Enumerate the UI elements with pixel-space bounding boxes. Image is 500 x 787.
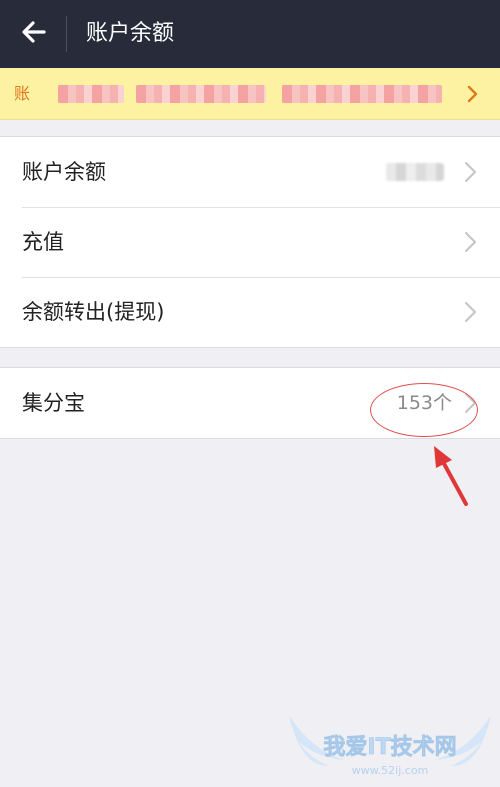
watermark-text: 我爱IT技术网 (323, 735, 456, 760)
redacted-mosaic (58, 85, 124, 103)
watermark-url: www.52ij.com (352, 764, 429, 777)
back-button[interactable] (0, 0, 68, 68)
watermark-logo: 我爱IT技术网 www.52ij.com (289, 716, 491, 777)
chevron-right-icon (462, 84, 482, 104)
row-label: 集分宝 (22, 391, 85, 415)
title-bar: 账户余额 (0, 0, 500, 68)
annotation-ellipse (370, 383, 478, 437)
page-title: 账户余额 (86, 21, 175, 46)
row-account-balance[interactable]: 账户余额 (0, 137, 500, 207)
chevron-right-icon (464, 161, 478, 183)
row-label: 账户余额 (22, 160, 106, 184)
arrow-left-icon (20, 18, 48, 50)
notice-banner[interactable]: 账 (0, 68, 500, 120)
row-label: 充值 (22, 230, 64, 254)
row-recharge[interactable]: 充值 (0, 207, 500, 277)
row-withdraw[interactable]: 余额转出(提现) (0, 277, 500, 347)
notice-text-visible: 账 (14, 84, 31, 103)
redacted-mosaic (282, 85, 442, 103)
redacted-mosaic (136, 85, 266, 103)
balance-options-group: 账户余额 充值 余额转出(提现) (0, 136, 500, 348)
header-divider (66, 16, 67, 52)
annotation-arrow-icon (434, 446, 468, 506)
redacted-balance-value (386, 163, 444, 181)
chevron-right-icon (464, 231, 478, 253)
chevron-right-icon (464, 301, 478, 323)
row-label: 余额转出(提现) (22, 300, 165, 324)
